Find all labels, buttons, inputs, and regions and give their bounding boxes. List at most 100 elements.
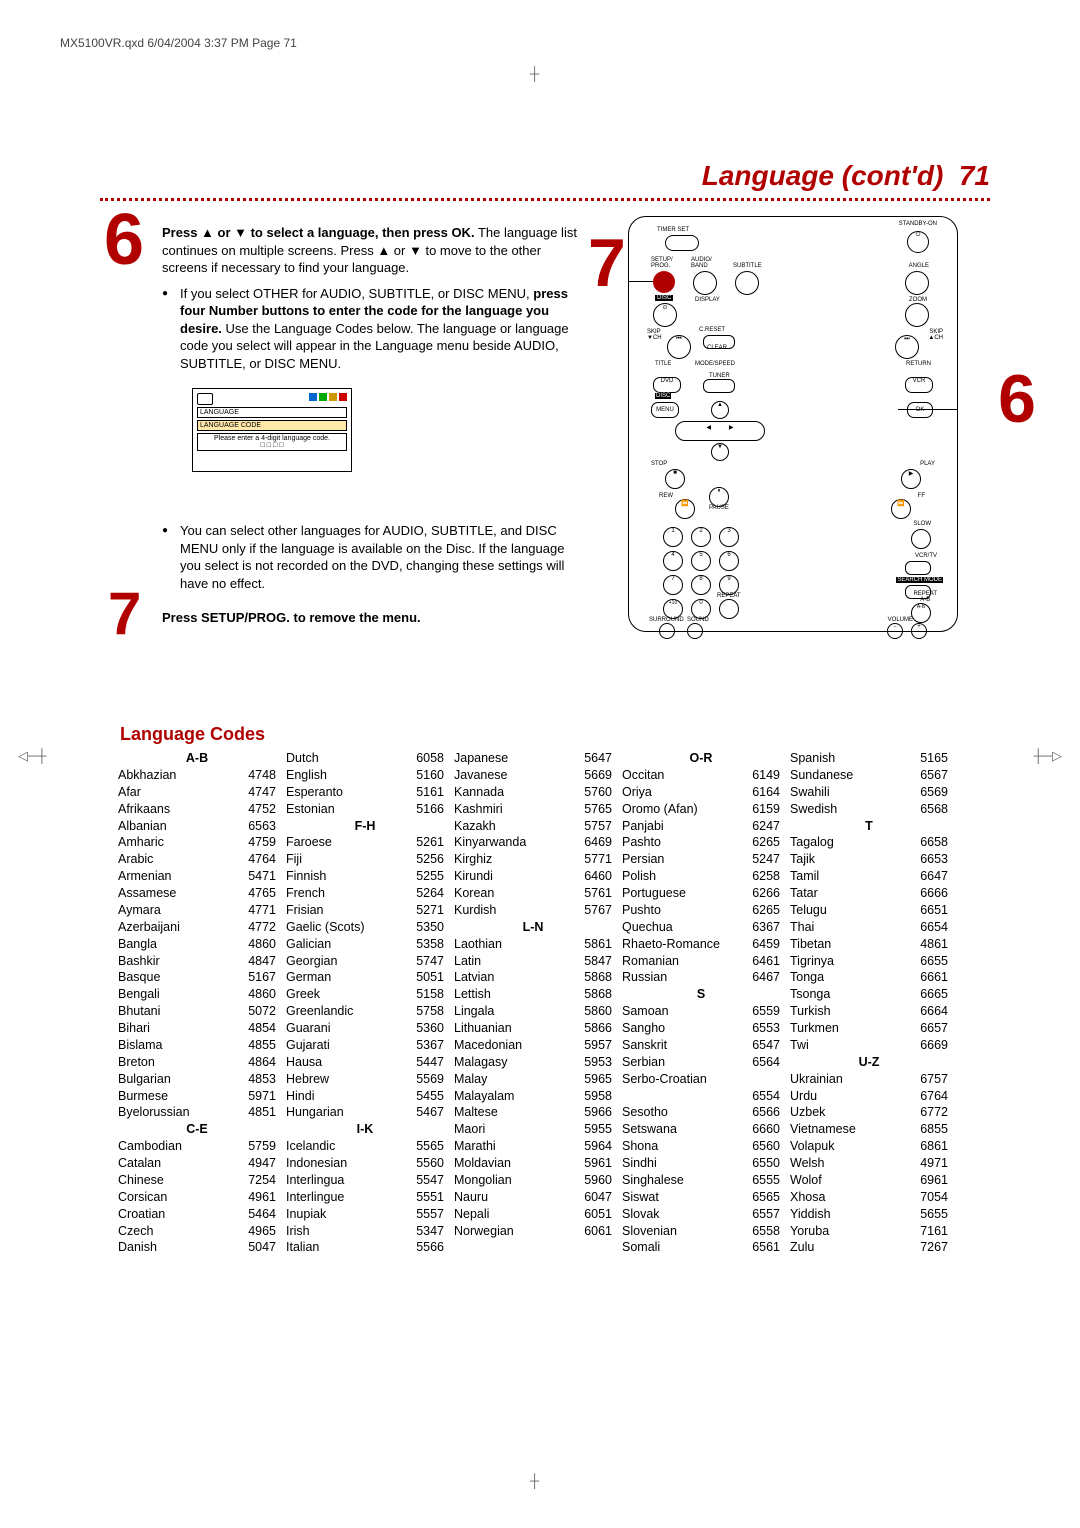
- language-name: Shona: [622, 1138, 740, 1155]
- language-row: Hungarian5467: [286, 1104, 444, 1121]
- ff-button: ⏩: [891, 499, 911, 519]
- language-code: 6764: [908, 1088, 948, 1105]
- code-column: Japanese5647Javanese5669Kannada5760Kashm…: [454, 750, 612, 1256]
- language-code: 6560: [740, 1138, 780, 1155]
- language-name: Kazakh: [454, 818, 572, 835]
- language-name: Bashkir: [118, 953, 236, 970]
- language-row: Croatian5464: [118, 1206, 276, 1223]
- remote-lbl: DISC: [655, 393, 671, 399]
- language-code: 4771: [236, 902, 276, 919]
- language-row: Somali6561: [622, 1239, 780, 1256]
- language-code: 5760: [572, 784, 612, 801]
- language-name: Tigrinya: [790, 953, 908, 970]
- language-row: Welsh4971: [790, 1155, 948, 1172]
- language-code: 5961: [572, 1155, 612, 1172]
- language-row: Gujarati5367: [286, 1037, 444, 1054]
- language-name: Finnish: [286, 868, 404, 885]
- language-code: 6559: [740, 1003, 780, 1020]
- language-name: Maori: [454, 1121, 572, 1138]
- language-name: Interlingue: [286, 1189, 404, 1206]
- language-name: Breton: [118, 1054, 236, 1071]
- language-code: 5072: [236, 1003, 276, 1020]
- remote-lbl: FF: [918, 493, 925, 499]
- language-name: Setswana: [622, 1121, 740, 1138]
- language-code: 6654: [908, 919, 948, 936]
- language-row: Oriya6164: [622, 784, 780, 801]
- language-row: Azerbaijani4772: [118, 919, 276, 936]
- language-code: 6265: [740, 834, 780, 851]
- language-name: Pushto: [622, 902, 740, 919]
- language-name: Hungarian: [286, 1104, 404, 1121]
- language-row: Sindhi6550: [622, 1155, 780, 1172]
- step-7-number: 7: [108, 590, 141, 638]
- language-name: Slovenian: [622, 1223, 740, 1240]
- language-row: Bislama4855: [118, 1037, 276, 1054]
- language-code: 5861: [572, 936, 612, 953]
- disc-button: ⊙: [653, 303, 677, 327]
- language-name: Guarani: [286, 1020, 404, 1037]
- remote-callout-7: 7: [588, 224, 626, 302]
- remote-lbl: PLAY: [920, 461, 935, 467]
- language-row: Lingala5860: [454, 1003, 612, 1020]
- language-name: Russian: [622, 969, 740, 986]
- language-code: 6861: [908, 1138, 948, 1155]
- language-name: Tibetan: [790, 936, 908, 953]
- osd-panel: LANGUAGE LANGUAGE CODE Please enter a 4-…: [192, 388, 352, 472]
- language-row: Marathi5964: [454, 1138, 612, 1155]
- language-name: Zulu: [790, 1239, 908, 1256]
- language-code: 5971: [236, 1088, 276, 1105]
- surround-button: [659, 623, 675, 639]
- remote-lbl: SKIP ▼CH: [647, 329, 662, 341]
- num-5-button: 5: [691, 551, 711, 571]
- language-row: Pashto6265: [622, 834, 780, 851]
- language-row: Nauru6047: [454, 1189, 612, 1206]
- language-code: 4965: [236, 1223, 276, 1240]
- language-name: Uzbek: [790, 1104, 908, 1121]
- language-row: Uzbek6772: [790, 1104, 948, 1121]
- language-name: Bihari: [118, 1020, 236, 1037]
- language-name: Moldavian: [454, 1155, 572, 1172]
- language-name: Kannada: [454, 784, 572, 801]
- language-code: 4947: [236, 1155, 276, 1172]
- crop-mark: ┼─▷: [1034, 748, 1062, 764]
- language-name: Rhaeto-Romance: [622, 936, 740, 953]
- language-code: 6555: [740, 1172, 780, 1189]
- language-name: Tonga: [790, 969, 908, 986]
- language-row: Aymara4771: [118, 902, 276, 919]
- repeat-button: [719, 599, 739, 619]
- language-row: Tigrinya6655: [790, 953, 948, 970]
- language-name: Arabic: [118, 851, 236, 868]
- language-name: Catalan: [118, 1155, 236, 1172]
- language-name: Burmese: [118, 1088, 236, 1105]
- language-name: Czech: [118, 1223, 236, 1240]
- repeat-ab-button: A-B: [911, 603, 931, 623]
- language-name: Wolof: [790, 1172, 908, 1189]
- language-name: Tagalog: [790, 834, 908, 851]
- language-code: 4864: [236, 1054, 276, 1071]
- language-code: 5161: [404, 784, 444, 801]
- language-code: 6557: [740, 1206, 780, 1223]
- language-name: Latvian: [454, 969, 572, 986]
- language-name: French: [286, 885, 404, 902]
- language-code: 6563: [236, 818, 276, 835]
- language-row: Urdu6764: [790, 1088, 948, 1105]
- language-row: Macedonian5957: [454, 1037, 612, 1054]
- num-0-button: 0: [691, 599, 711, 619]
- language-code: 4861: [908, 936, 948, 953]
- nav-up-button: ▲: [711, 401, 729, 419]
- vol-up-button: +: [911, 623, 927, 639]
- skip-down-button: ⏮: [667, 335, 691, 359]
- language-row: Maori5955: [454, 1121, 612, 1138]
- group-heading: S: [622, 986, 780, 1003]
- language-name: Afrikaans: [118, 801, 236, 818]
- language-row: Irish5347: [286, 1223, 444, 1240]
- plus10-button: +10: [663, 599, 683, 619]
- code-column: O-ROccitan6149Oriya6164Oromo (Afan)6159P…: [622, 750, 780, 1256]
- language-code: 5347: [404, 1223, 444, 1240]
- language-name: Bangla: [118, 936, 236, 953]
- osd-prompt: Please enter a 4-digit language code.: [214, 435, 330, 442]
- callout-line: [629, 281, 653, 282]
- language-name: Xhosa: [790, 1189, 908, 1206]
- language-name: Norwegian: [454, 1223, 572, 1240]
- language-row: Tajik6653: [790, 851, 948, 868]
